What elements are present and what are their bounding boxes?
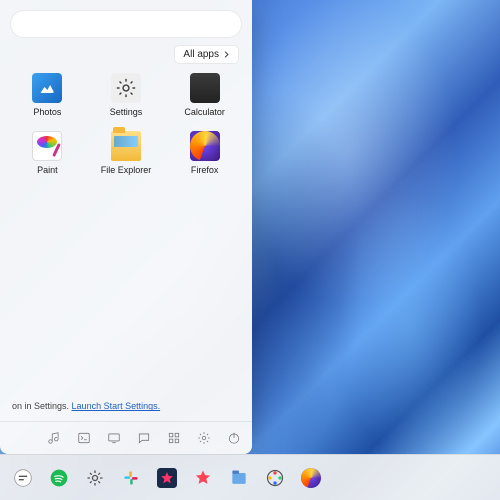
taskbar-spotify-icon[interactable] (46, 465, 72, 491)
search-input[interactable] (10, 10, 242, 38)
app-tile-settings[interactable]: Settings (87, 69, 166, 121)
terminal-icon[interactable] (76, 430, 92, 446)
taskbar-firefox-icon[interactable] (298, 465, 324, 491)
taskbar-favorite-icon[interactable] (190, 465, 216, 491)
app-label: Photos (33, 107, 61, 117)
app-tile-calculator[interactable]: Calculator (165, 69, 244, 121)
power-icon[interactable] (226, 430, 242, 446)
app-label: Paint (37, 165, 58, 175)
app-tile-firefox[interactable]: Firefox (165, 127, 244, 179)
start-menu: All apps Photos Settings Calculator Pain… (0, 0, 252, 454)
taskbar-slack-icon[interactable] (118, 465, 144, 491)
start-bottom-bar (0, 421, 252, 454)
taskbar-chat-icon[interactable] (10, 465, 36, 491)
chat-icon[interactable] (136, 430, 152, 446)
app-label: Firefox (191, 165, 219, 175)
music-icon[interactable] (46, 430, 62, 446)
taskbar-star-icon[interactable] (154, 465, 180, 491)
taskbar-files-icon[interactable] (226, 465, 252, 491)
app-label: Settings (110, 107, 143, 117)
settings-icon (111, 73, 141, 103)
taskbar (0, 454, 500, 500)
taskbar-settings-icon[interactable] (82, 465, 108, 491)
display-icon[interactable] (106, 430, 122, 446)
taskbar-color-icon[interactable] (262, 465, 288, 491)
taskbar-left (10, 465, 324, 491)
all-apps-button[interactable]: All apps (175, 46, 238, 63)
paint-icon (32, 131, 62, 161)
calculator-icon (190, 73, 220, 103)
app-tile-photos[interactable]: Photos (8, 69, 87, 121)
start-settings-hint: on in Settings. Launch Start Settings. (0, 400, 252, 421)
pinned-apps-grid: Photos Settings Calculator Paint File Ex… (0, 69, 252, 189)
app-label: File Explorer (101, 165, 152, 175)
firefox-icon (190, 131, 220, 161)
app-tile-file-explorer[interactable]: File Explorer (87, 127, 166, 179)
app-label: Calculator (184, 107, 225, 117)
photos-icon (32, 73, 62, 103)
hint-text: on in Settings. (12, 401, 72, 411)
chevron-right-icon (223, 51, 230, 58)
grid-icon[interactable] (166, 430, 182, 446)
all-apps-label: All apps (183, 49, 219, 60)
app-tile-paint[interactable]: Paint (8, 127, 87, 179)
gear-icon[interactable] (196, 430, 212, 446)
file-explorer-icon (111, 131, 141, 161)
launch-start-settings-link[interactable]: Launch Start Settings. (72, 401, 161, 411)
